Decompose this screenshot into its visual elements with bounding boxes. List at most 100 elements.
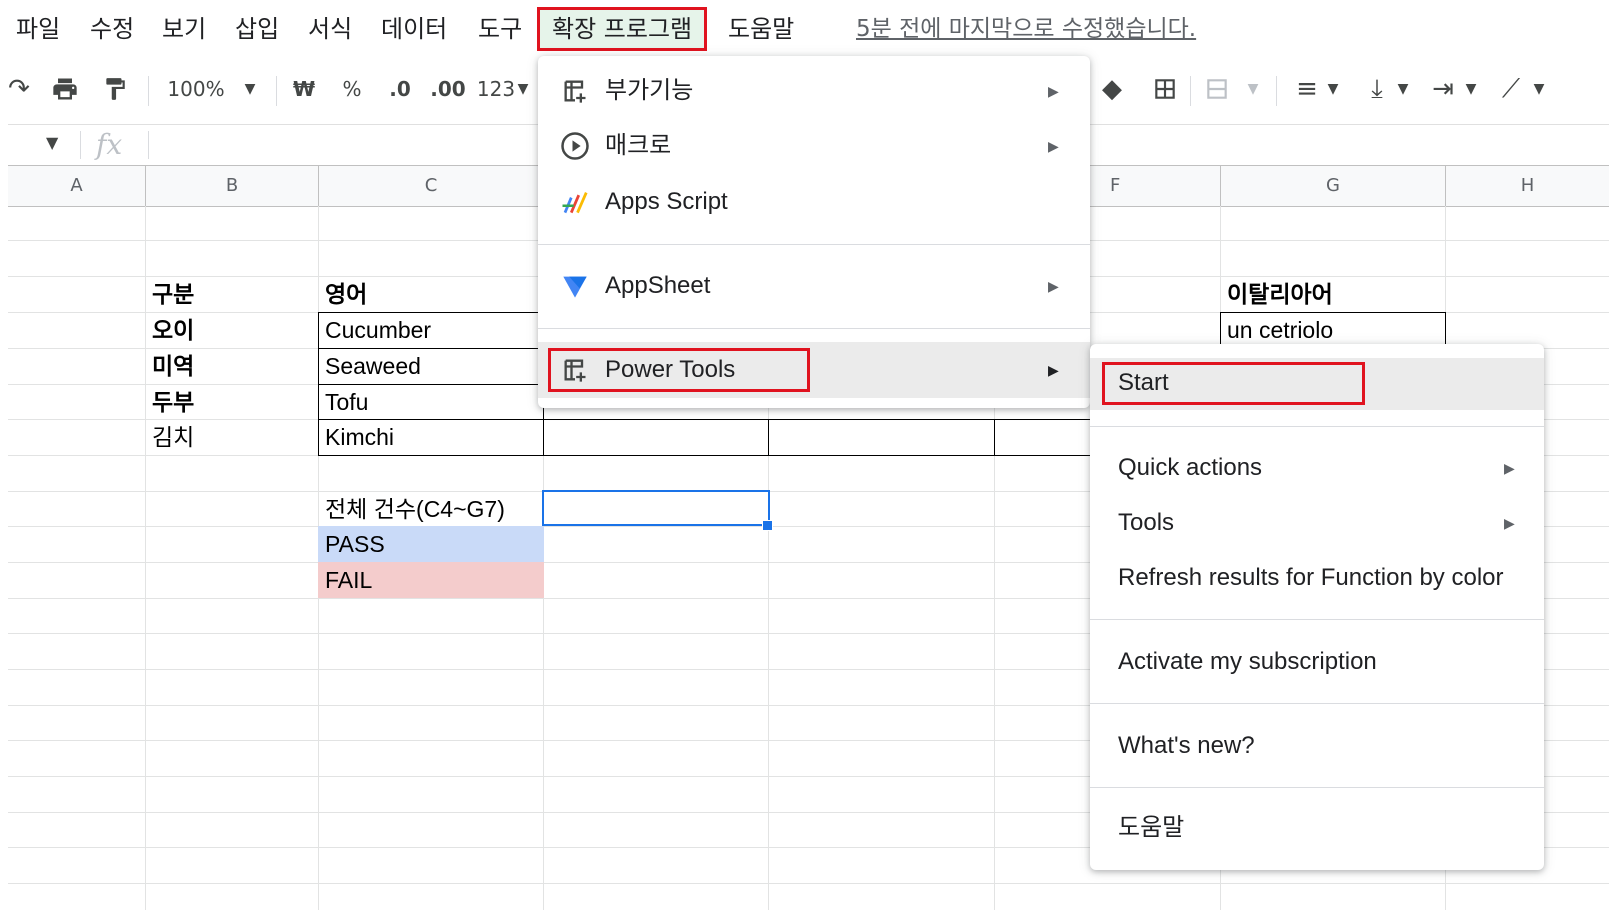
currency-format-button[interactable]: ₩: [290, 72, 318, 106]
paint-format-icon: [106, 78, 125, 100]
more-formats-chevron-down-icon[interactable]: ▼: [514, 72, 532, 106]
menu-item-activate-subscription[interactable]: Activate my subscription: [1090, 636, 1544, 688]
menu-item-label: AppSheet: [605, 272, 711, 299]
more-formats-button[interactable]: 123: [476, 72, 516, 106]
percent-format-button[interactable]: %: [338, 72, 366, 106]
rotation-chevron-down-icon[interactable]: ▼: [1530, 72, 1548, 106]
cell-c6[interactable]: Tofu: [318, 384, 543, 420]
zoom-select[interactable]: 100%: [166, 72, 226, 106]
cell-c7[interactable]: Kimchi: [318, 419, 543, 455]
print-button[interactable]: [46, 72, 84, 106]
extensions-menu: 부가기능 ▶ 매크로 ▶ Apps Script AppSheet ▶ Powe…: [538, 56, 1090, 408]
appsheet-icon: [558, 260, 592, 319]
menu-item-help[interactable]: 도움말: [1090, 802, 1544, 854]
submenu-arrow-icon: ▶: [1048, 138, 1059, 154]
menu-extensions[interactable]: 확장 프로그램: [537, 7, 708, 51]
cell-c10[interactable]: PASS: [318, 526, 544, 562]
apps-script-icon: [558, 176, 592, 236]
column-header-h[interactable]: H: [1446, 166, 1609, 206]
merge-chevron-down-icon[interactable]: ▼: [1244, 72, 1262, 106]
increase-decimal-button[interactable]: .00: [428, 72, 468, 106]
menu-item-tools[interactable]: Tools ▶: [1090, 497, 1544, 549]
toolbar-divider: [148, 76, 149, 106]
toolbar-divider: [1190, 76, 1191, 106]
menu-data[interactable]: 데이터: [381, 12, 447, 46]
menu-item-label: 도움말: [1118, 814, 1185, 841]
menu-divider: [538, 328, 1090, 329]
print-icon: [53, 78, 77, 100]
wrap-chevron-down-icon[interactable]: ▼: [1462, 72, 1480, 106]
menu-item-whats-new[interactable]: What's new?: [1090, 720, 1544, 772]
cell-b5[interactable]: 미역: [145, 348, 318, 384]
menu-item-label: 부가기능: [605, 77, 694, 104]
menu-item-label: Activate my subscription: [1118, 648, 1377, 675]
menu-item-quick-actions[interactable]: Quick actions ▶: [1090, 442, 1544, 494]
submenu-arrow-icon: ▶: [1504, 460, 1515, 476]
menu-item-label: Tools: [1118, 509, 1175, 536]
macro-play-icon: [558, 120, 592, 180]
menu-item-addons[interactable]: 부가기능 ▶: [538, 65, 1090, 117]
start-highlight-box: [1102, 362, 1365, 405]
menu-format[interactable]: 서식: [308, 12, 352, 46]
merge-cells-button[interactable]: [1200, 72, 1234, 106]
cell-c9[interactable]: 전체 건수(C4~G7): [318, 491, 543, 527]
align-chevron-down-icon[interactable]: ▼: [1324, 72, 1342, 106]
column-header-a[interactable]: A: [8, 166, 146, 206]
menu-item-macros[interactable]: 매크로 ▶: [538, 120, 1090, 172]
menu-tools[interactable]: 도구: [478, 12, 522, 46]
horizontal-align-icon[interactable]: ≡: [1290, 72, 1324, 106]
cell-border: [994, 419, 1094, 456]
cell-b4[interactable]: 오이: [145, 312, 318, 348]
cell-border: [543, 419, 769, 456]
toolbar-divider: [276, 76, 277, 106]
menu-item-refresh-function-by-color[interactable]: Refresh results for Function by color: [1090, 552, 1544, 604]
menu-item-label: What's new?: [1118, 732, 1255, 759]
toolbar-divider: [1276, 76, 1277, 106]
menu-view[interactable]: 보기: [162, 12, 206, 46]
menu-edit[interactable]: 수정: [90, 12, 134, 46]
text-rotation-icon[interactable]: ⟋: [1494, 72, 1528, 106]
cell-b7[interactable]: 김치: [145, 419, 318, 455]
menu-divider: [1090, 703, 1544, 704]
cell-border: [768, 419, 995, 456]
borders-button[interactable]: [1148, 72, 1182, 106]
cell-b3[interactable]: 구분: [145, 276, 318, 312]
menu-file[interactable]: 파일: [16, 12, 60, 46]
valign-chevron-down-icon[interactable]: ▼: [1394, 72, 1412, 106]
submenu-arrow-icon: ▶: [1504, 515, 1515, 531]
text-wrap-icon[interactable]: ⇥: [1426, 72, 1460, 106]
menu-item-label: 매크로: [605, 132, 672, 159]
cell-b6[interactable]: 두부: [145, 384, 318, 420]
cell-g3[interactable]: 이탈리아어: [1220, 276, 1445, 312]
column-header-g[interactable]: G: [1221, 166, 1446, 206]
menu-help[interactable]: 도움말: [728, 12, 794, 46]
cell-c11[interactable]: FAIL: [318, 562, 544, 598]
cell-g4[interactable]: un cetriolo: [1220, 312, 1445, 348]
menu-item-label: Apps Script: [605, 188, 728, 215]
paint-format-button[interactable]: [96, 72, 134, 106]
column-header-b[interactable]: B: [146, 166, 319, 206]
redo-icon[interactable]: ↷: [4, 72, 34, 106]
column-header-c[interactable]: C: [319, 166, 544, 206]
last-edit-link[interactable]: 5분 전에 마지막으로 수정했습니다.: [856, 12, 1196, 46]
decrease-decimal-button[interactable]: .0: [382, 72, 418, 106]
name-box-chevron-down-icon[interactable]: ▼: [46, 133, 58, 152]
fill-handle[interactable]: [762, 520, 773, 531]
menu-insert[interactable]: 삽입: [235, 12, 279, 46]
cell-c5[interactable]: Seaweed: [318, 348, 543, 384]
menu-divider: [1090, 619, 1544, 620]
menu-divider: [1090, 426, 1544, 427]
borders-icon: [1155, 79, 1175, 99]
fill-color-icon[interactable]: ◆: [1096, 72, 1128, 106]
vertical-align-icon[interactable]: ⤓: [1360, 72, 1394, 106]
submenu-arrow-icon: ▶: [1048, 278, 1059, 294]
merge-cells-icon: [1207, 79, 1227, 99]
selected-cell-d9[interactable]: [542, 490, 770, 526]
formula-bar-divider: [148, 131, 149, 159]
cell-c3[interactable]: 영어: [318, 276, 543, 312]
cell-c4[interactable]: Cucumber: [318, 312, 543, 348]
zoom-chevron-down-icon[interactable]: ▼: [238, 72, 262, 106]
menu-item-apps-script[interactable]: Apps Script: [538, 176, 1090, 228]
menu-item-appsheet[interactable]: AppSheet ▶: [538, 260, 1090, 312]
menu-divider: [1090, 787, 1544, 788]
